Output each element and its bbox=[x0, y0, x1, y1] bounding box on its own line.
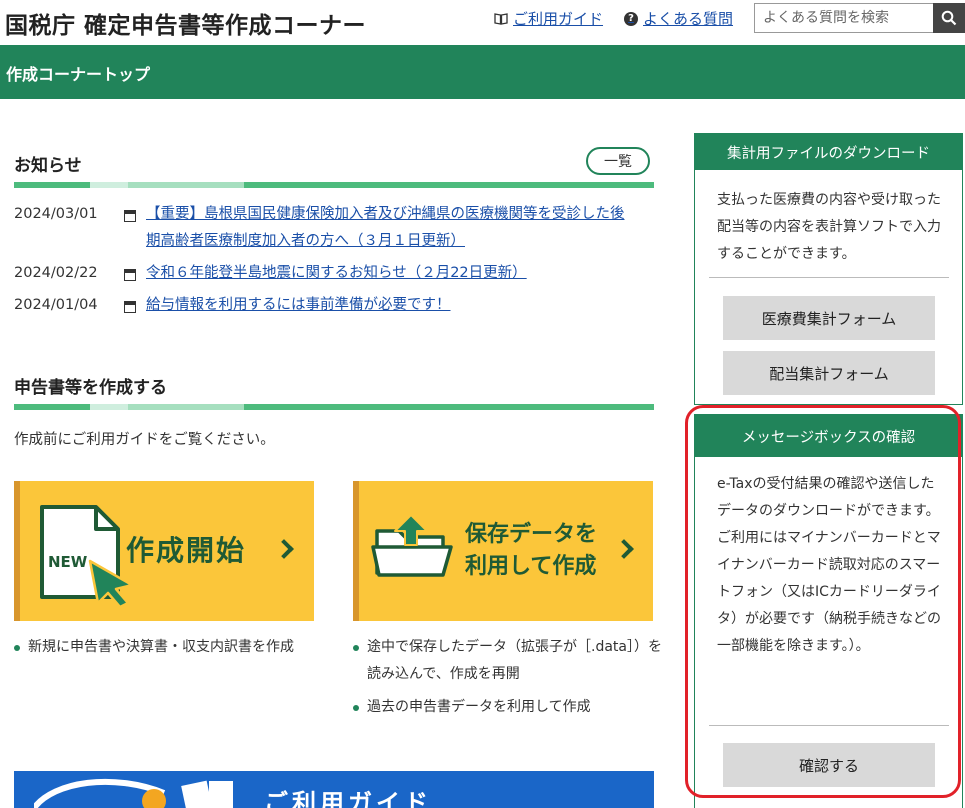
divider bbox=[709, 725, 949, 726]
guide-illustration-icon bbox=[34, 778, 233, 808]
saved-bullet: 途中で保存したデータ（拡張子が［.data］）を読み込んで、作成を再開 bbox=[353, 634, 673, 688]
chevron-right-icon bbox=[614, 539, 634, 559]
search-button[interactable] bbox=[933, 3, 965, 33]
dividend-form-button[interactable]: 配当集計フォーム bbox=[723, 351, 935, 395]
news-list-button[interactable]: 一覧 bbox=[586, 147, 650, 175]
saved-data-label: 保存データを 利用して作成 bbox=[465, 519, 597, 583]
news-link[interactable]: 給与情報を利用するには事前準備が必要です！ bbox=[146, 292, 451, 319]
faq-link-label[interactable]: よくある質問 bbox=[643, 8, 733, 29]
page-banner: 作成コーナートップ bbox=[0, 45, 965, 99]
messagebox-panel-heading: メッセージボックスの確認 bbox=[695, 415, 962, 457]
saved-data-label-line1: 保存データを bbox=[465, 522, 598, 547]
window-icon bbox=[124, 301, 136, 313]
news-link[interactable]: 令和６年能登半島地震に関するお知らせ（２月22日更新） bbox=[146, 260, 527, 287]
news-item: 2024/01/04 給与情報を利用するには事前準備が必要です！ bbox=[14, 297, 451, 319]
download-panel-heading: 集計用ファイルのダウンロード bbox=[695, 134, 962, 170]
start-create-label: 作成開始 bbox=[126, 534, 247, 567]
news-item: 2024/03/01 【重要】島根県国民健康保険加入者及び沖縄県の医療機関等を受… bbox=[14, 206, 636, 255]
book-icon bbox=[494, 12, 508, 25]
messagebox-panel-text: e-Taxの受付結果の確認や送信したデータのダウンロードができます。 ご利用には… bbox=[717, 476, 941, 654]
guide-link-label[interactable]: ご利用ガイド bbox=[513, 8, 603, 29]
faq-link[interactable]: ? よくある質問 bbox=[624, 8, 733, 29]
guide-banner[interactable]: ご利用ガイド bbox=[14, 771, 654, 808]
news-date: 2024/01/04 bbox=[14, 297, 98, 313]
start-create-button[interactable]: NEW 作成開始 bbox=[14, 481, 314, 621]
question-icon: ? bbox=[624, 11, 638, 26]
header: 国税庁 確定申告書等作成コーナー ご利用ガイド ? よくある質問 bbox=[0, 0, 965, 44]
download-panel-text: 支払った医療費の内容や受け取った配当等の内容を表計算ソフトで入力することができま… bbox=[717, 192, 941, 262]
site-title[interactable]: 国税庁 確定申告書等作成コーナー bbox=[5, 6, 366, 40]
create-divider bbox=[14, 404, 654, 410]
search-icon bbox=[941, 10, 957, 26]
messagebox-panel: メッセージボックスの確認 e-Taxの受付結果の確認や送信したデータのダウンロー… bbox=[694, 414, 963, 808]
page-title: 作成コーナートップ bbox=[6, 65, 151, 84]
start-bullet: 新規に申告書や決算書・収支内訳書を作成 bbox=[14, 634, 294, 661]
search-input[interactable] bbox=[754, 3, 934, 33]
window-icon bbox=[124, 269, 136, 281]
news-divider bbox=[14, 182, 654, 188]
guide-link[interactable]: ご利用ガイド bbox=[494, 8, 603, 29]
medical-form-button[interactable]: 医療費集計フォーム bbox=[723, 296, 935, 340]
confirm-button[interactable]: 確認する bbox=[723, 743, 935, 787]
saved-data-button[interactable]: 保存データを 利用して作成 bbox=[353, 481, 653, 621]
create-heading: 申告書等を作成する bbox=[14, 378, 167, 398]
new-document-icon: NEW bbox=[40, 505, 134, 607]
news-link[interactable]: 【重要】島根県国民健康保険加入者及び沖縄県の医療機関等を受診した後期高齢者医療制… bbox=[146, 201, 636, 255]
new-badge: NEW bbox=[48, 553, 88, 571]
guide-banner-label: ご利用ガイド bbox=[264, 789, 432, 808]
news-heading: お知らせ bbox=[14, 156, 82, 176]
saved-bullet: 過去の申告書データを利用して作成 bbox=[353, 694, 591, 721]
saved-data-label-line2: 利用して作成 bbox=[465, 554, 597, 579]
folder-upload-icon bbox=[371, 514, 453, 577]
chevron-right-icon bbox=[274, 539, 294, 559]
news-date: 2024/03/01 bbox=[14, 206, 98, 222]
download-panel: 集計用ファイルのダウンロード 支払った医療費の内容や受け取った配当等の内容を表計… bbox=[694, 133, 963, 405]
news-item: 2024/02/22 令和６年能登半島地震に関するお知らせ（２月22日更新） bbox=[14, 265, 527, 287]
news-date: 2024/02/22 bbox=[14, 265, 98, 281]
divider bbox=[709, 277, 949, 278]
create-intro: 作成前にご利用ガイドをご覧ください。 bbox=[14, 432, 275, 448]
window-icon bbox=[124, 210, 136, 222]
